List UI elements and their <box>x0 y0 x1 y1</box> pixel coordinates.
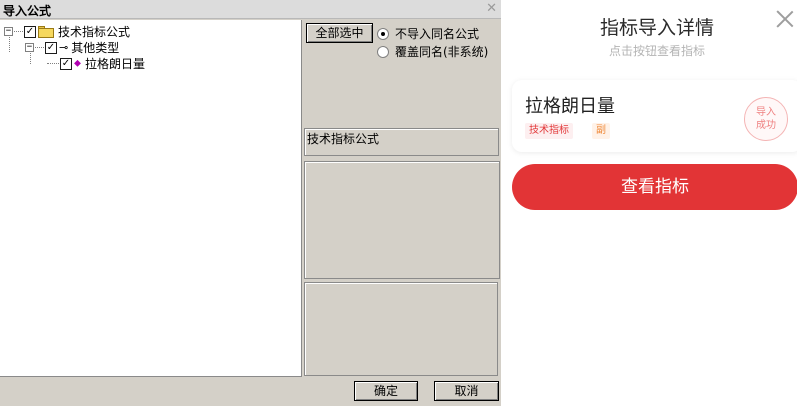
tree-node-formula[interactable]: ✓ ⬥ 拉格朗日量 <box>46 56 145 71</box>
key-icon: ⊸ <box>59 41 69 54</box>
dialog-close-icon[interactable]: ✕ <box>486 1 497 16</box>
radio-label: 覆盖同名(非系统) <box>395 45 489 59</box>
category-display: 技术指标公式 <box>304 128 499 156</box>
sheet-subtitle: 点击按钮查看指标 <box>608 44 705 58</box>
category-checkbox[interactable]: ✓ <box>45 41 57 54</box>
sheet-title: 指标导入详情 <box>599 17 714 39</box>
category-text: 技术指标公式 <box>307 132 380 146</box>
radio-label: 不导入同名公式 <box>395 27 480 41</box>
tree-node-category[interactable]: − ✓ ⊸ 其他类型 <box>25 40 119 55</box>
tree-node-label: 拉格朗日量 <box>85 57 146 71</box>
ok-button[interactable]: 确定 <box>354 381 418 401</box>
tree-node-label: 其他类型 <box>71 41 120 55</box>
indicator-name: 拉格朗日量 <box>525 96 615 117</box>
import-success-stamp: 导入 成功 <box>744 97 788 141</box>
dialog-title-bar: 导入公式 ✕ <box>0 0 501 19</box>
formula-checkbox[interactable]: ✓ <box>60 57 72 70</box>
import-detail-sheet: 指标导入详情 点击按钮查看指标 拉格朗日量 技术指标 副 导入 成功 查看指标 <box>502 0 797 420</box>
formula-info-panel <box>304 161 500 279</box>
formula-diamond-icon: ⬥ <box>74 58 81 69</box>
import-formula-dialog: 导入公式 ✕ − ✓ 技术指标公式 − ✓ ⊸ 其他类型 ✓ ⬥ 拉格朗日量 全… <box>0 0 501 406</box>
tree-node-label: 技术指标公式 <box>58 25 131 39</box>
close-icon[interactable] <box>774 8 796 30</box>
select-all-button[interactable]: 全部选中 <box>306 23 373 43</box>
radio-skip-duplicates[interactable]: 不导入同名公式 <box>377 25 479 42</box>
view-indicator-button[interactable]: 查看指标 <box>512 164 797 210</box>
type-tag: 技术指标 <box>525 123 573 139</box>
radio-overwrite-duplicates[interactable]: 覆盖同名(非系统) <box>377 43 488 60</box>
formula-tree[interactable]: − ✓ 技术指标公式 − ✓ ⊸ 其他类型 ✓ ⬥ 拉格朗日量 <box>0 20 302 377</box>
tree-node-root[interactable]: − ✓ 技术指标公式 <box>4 24 130 39</box>
collapse-toggle-icon[interactable]: − <box>4 27 13 36</box>
cancel-button[interactable]: 取消 <box>434 381 499 401</box>
root-checkbox[interactable]: ✓ <box>24 25 36 38</box>
indicator-card: 拉格朗日量 技术指标 副 导入 成功 <box>512 80 797 152</box>
radio-unselected-icon[interactable] <box>377 45 389 58</box>
radio-selected-icon[interactable] <box>377 27 389 40</box>
sub-chart-tag: 副 <box>592 123 610 139</box>
dialog-title: 导入公式 <box>3 4 52 18</box>
formula-description-panel <box>304 282 498 376</box>
collapse-toggle-icon[interactable]: − <box>25 43 34 52</box>
folder-icon <box>38 25 54 38</box>
